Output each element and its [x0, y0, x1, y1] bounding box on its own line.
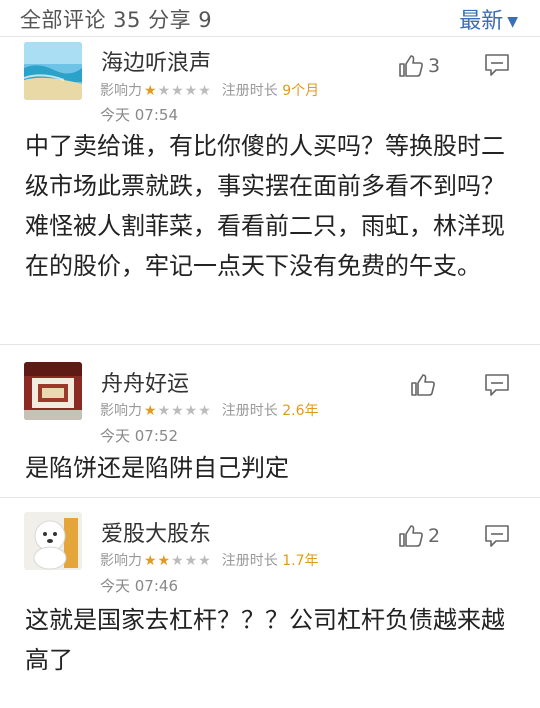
- divider: [0, 497, 540, 498]
- like-button[interactable]: 2: [398, 522, 440, 550]
- influence-label: 影响力: [100, 403, 142, 419]
- user-meta: 影响力 ★★★★★ 注册时长 2.6年: [100, 400, 318, 420]
- user-meta: 影响力 ★★★★★ 注册时长 1.7年: [100, 550, 318, 570]
- influence-stars: ★★★★★: [144, 553, 212, 569]
- comment-time: 今天 07:52: [100, 427, 178, 445]
- star-icon: ★★★★: [157, 83, 212, 99]
- comment-time: 今天 07:54: [100, 106, 178, 124]
- registration-label: 注册时长: [221, 403, 278, 419]
- reply-icon[interactable]: [484, 373, 510, 397]
- comments-summary: 全部评论 35 分享 9: [20, 8, 213, 32]
- comment-text: 是陷饼还是陷阱自己判定: [25, 454, 289, 482]
- sort-label: 最新: [459, 9, 504, 34]
- comment-text: 中了卖给谁，有比你傻的人买吗？等换股时二级市场此票就跌，事实摆在面前多看不到吗？…: [25, 132, 505, 280]
- user-meta: 影响力 ★★★★★ 注册时长 9个月: [100, 80, 319, 100]
- avatar[interactable]: [24, 512, 82, 570]
- reply-icon[interactable]: [484, 524, 510, 548]
- username[interactable]: 海边听浪声: [101, 45, 211, 77]
- influence-stars: ★★★★★: [144, 83, 212, 99]
- registration-label: 注册时长: [221, 83, 278, 99]
- thumbs-up-icon: [411, 374, 435, 396]
- like-button[interactable]: [410, 371, 440, 399]
- like-count: 3: [428, 55, 441, 77]
- influence-stars: ★★★★★: [144, 403, 212, 419]
- avatar[interactable]: [24, 42, 82, 100]
- sort-dropdown[interactable]: 最新 ▼: [459, 3, 518, 35]
- registration-duration: 2.6年: [282, 403, 319, 419]
- registration-duration: 9个月: [282, 83, 320, 99]
- like-count: 2: [428, 525, 441, 547]
- comments-header: 全部评论 35 分享 9 最新 ▼: [0, 0, 540, 34]
- divider: [0, 344, 540, 345]
- thumbs-up-icon: [399, 525, 423, 547]
- star-icon: ★: [144, 403, 158, 419]
- influence-label: 影响力: [100, 83, 142, 99]
- comment-time: 今天 07:46: [100, 577, 178, 595]
- influence-label: 影响力: [100, 553, 142, 569]
- reply-icon[interactable]: [484, 53, 510, 77]
- thumbs-up-icon: [399, 55, 423, 77]
- star-icon: ★: [144, 83, 158, 99]
- username[interactable]: 舟舟好运: [101, 366, 189, 398]
- registration-label: 注册时长: [221, 553, 278, 569]
- caret-down-icon: ▼: [507, 14, 518, 30]
- registration-duration: 1.7年: [282, 553, 319, 569]
- star-icon: ★★★: [171, 553, 212, 569]
- like-button[interactable]: 3: [398, 52, 440, 80]
- username[interactable]: 爱股大股东: [101, 516, 211, 548]
- star-icon: ★★★★: [157, 403, 212, 419]
- divider: [0, 36, 540, 37]
- comment-text: 这就是国家去杠杆？？？公司杠杆负债越来越高了: [25, 606, 505, 674]
- avatar[interactable]: [24, 362, 82, 420]
- star-icon: ★★: [144, 553, 172, 569]
